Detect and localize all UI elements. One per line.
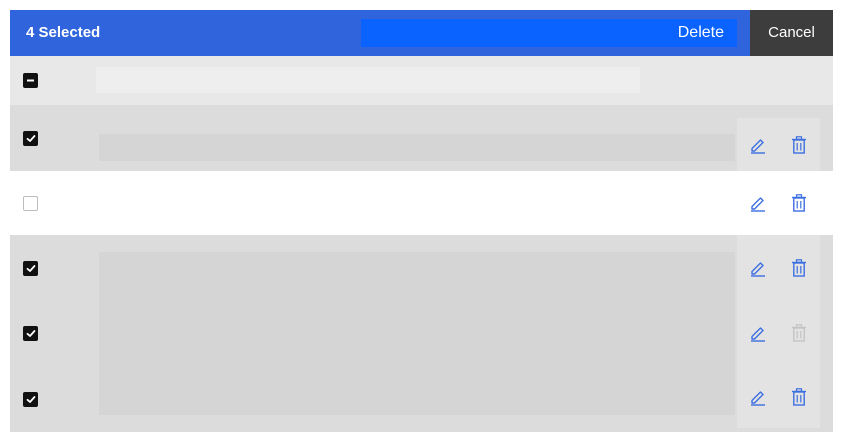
table-row[interactable]	[10, 300, 833, 365]
row-actions	[737, 235, 820, 300]
selected-count-label: 4 Selected	[26, 24, 101, 41]
row-select-checkbox[interactable]	[23, 326, 38, 341]
delete-row-button[interactable]	[786, 190, 812, 216]
table-header-row	[10, 56, 833, 105]
row-content-placeholder	[99, 252, 735, 300]
table-row[interactable]	[10, 365, 833, 432]
header-placeholder	[96, 67, 640, 93]
row-actions	[737, 365, 820, 428]
row-select-checkbox[interactable]	[23, 131, 38, 146]
trash-icon	[792, 194, 807, 212]
row-content-placeholder	[99, 300, 735, 365]
row-actions	[737, 171, 820, 235]
selection-toolbar: 4 Selected Delete Cancel	[10, 10, 833, 56]
edit-row-button[interactable]	[745, 320, 771, 346]
minus-icon	[27, 79, 34, 82]
table-row[interactable]	[10, 105, 833, 171]
row-select-checkbox[interactable]	[23, 196, 38, 211]
row-select-checkbox[interactable]	[23, 392, 38, 407]
delete-row-button	[786, 320, 812, 346]
trash-icon	[792, 135, 807, 154]
pencil-icon	[750, 326, 765, 342]
delete-row-button[interactable]	[786, 255, 812, 281]
checkmark-icon	[26, 396, 35, 403]
row-select-checkbox[interactable]	[23, 261, 38, 276]
checkmark-icon	[26, 135, 35, 142]
trash-icon	[792, 387, 807, 406]
table-row[interactable]	[10, 235, 833, 300]
edit-row-button[interactable]	[745, 190, 771, 216]
bulk-delete-button[interactable]: Delete	[361, 19, 737, 47]
row-content-placeholder	[99, 134, 735, 161]
checkmark-icon	[26, 330, 35, 337]
row-actions	[737, 300, 820, 365]
select-all-checkbox[interactable]	[23, 73, 38, 88]
pencil-icon	[750, 390, 765, 406]
data-table: 4 Selected Delete Cancel	[10, 10, 833, 432]
edit-row-button[interactable]	[745, 255, 771, 281]
edit-row-button[interactable]	[745, 132, 771, 158]
checkmark-icon	[26, 265, 35, 272]
table-row[interactable]	[10, 171, 833, 235]
row-actions	[737, 118, 820, 171]
edit-row-button[interactable]	[745, 384, 771, 410]
row-content-placeholder	[99, 365, 735, 415]
pencil-icon	[750, 138, 765, 154]
cancel-selection-button[interactable]: Cancel	[750, 10, 833, 56]
pencil-icon	[750, 197, 765, 212]
delete-row-button[interactable]	[786, 384, 812, 410]
trash-icon	[792, 323, 807, 342]
pencil-icon	[750, 261, 765, 277]
trash-icon	[792, 258, 807, 277]
delete-row-button[interactable]	[786, 132, 812, 158]
